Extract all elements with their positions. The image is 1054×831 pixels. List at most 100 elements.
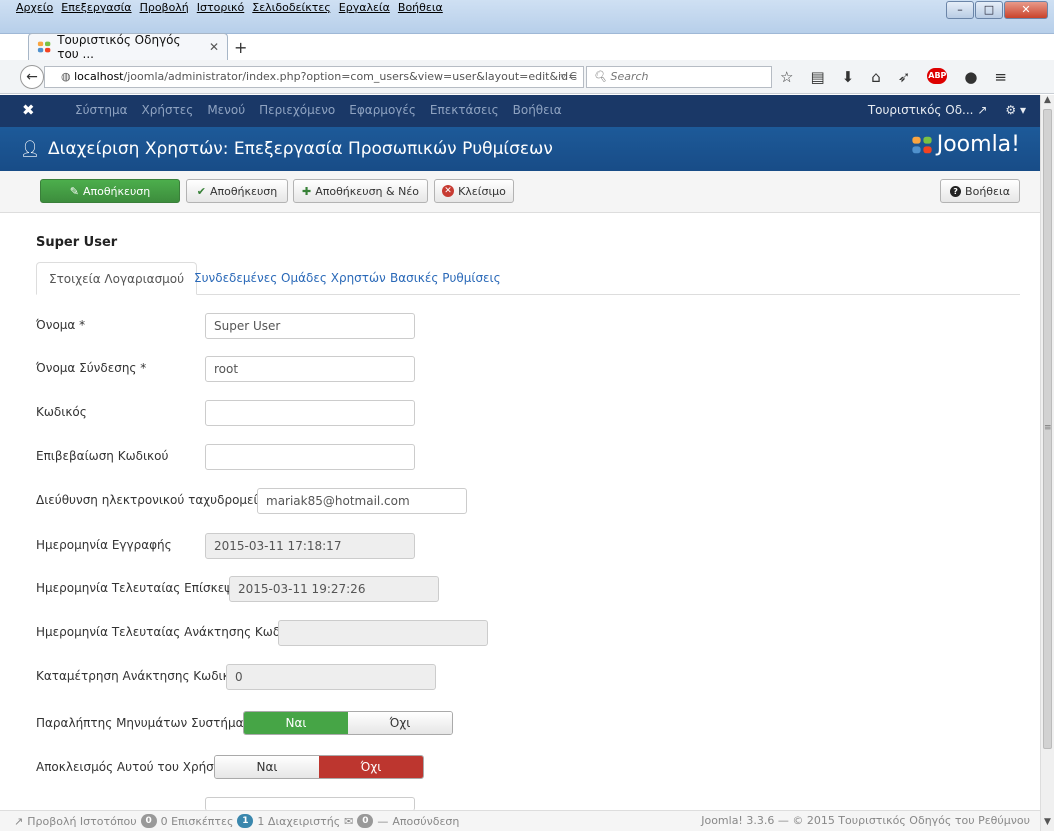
reset-count-row: Καταμέτρηση Ανάκτησης Κωδικού: [36, 664, 244, 688]
nav-item-content[interactable]: Περιεχόμενο: [259, 103, 335, 117]
last-visit-field: 2015-03-11 19:27:26: [229, 576, 439, 602]
system-email-no[interactable]: Όχι: [348, 712, 452, 734]
close-button[interactable]: ✕ Κλείσιμο: [434, 179, 514, 203]
new-tab-icon[interactable]: +: [234, 38, 247, 57]
home-icon[interactable]: ⌂: [871, 68, 881, 86]
url-path: /joomla/administrator/index.php?option=c…: [123, 70, 578, 83]
nav-item-system[interactable]: Σύστημα: [75, 103, 128, 117]
search-input[interactable]: 🔍︎ Search: [586, 66, 772, 88]
download-icon[interactable]: ⬇: [842, 68, 855, 86]
tab-close-icon[interactable]: ✕: [209, 40, 219, 54]
url-bar[interactable]: ◍ localhost/joomla/administrator/index.p…: [44, 66, 584, 88]
nav-item-help[interactable]: Βοήθεια: [513, 103, 562, 117]
tab-account-details[interactable]: Στοιχεία Λογαριασμού: [36, 262, 198, 295]
page-header: 👤︎ Διαχείριση Χρηστών: Επεξεργασία Προσω…: [0, 127, 1040, 171]
nav-item-extensions[interactable]: Επεκτάσεις: [430, 103, 499, 117]
save-close-label: Αποθήκευση: [209, 184, 278, 198]
browser-tab[interactable]: Τουριστικός Οδηγός του ... ✕: [28, 33, 228, 61]
block-user-yes[interactable]: Ναι: [215, 756, 319, 778]
minimize-button[interactable]: –: [946, 1, 974, 19]
last-reset-field: [278, 620, 488, 646]
password2-field[interactable]: [205, 444, 415, 470]
block-user-toggle[interactable]: Ναι Όχι: [214, 755, 424, 779]
register-date-field: 2015-03-11 17:18:17: [205, 533, 415, 559]
joomla-logo: Joomla!: [911, 132, 1020, 157]
logout-link[interactable]: Αποσύνδεση: [392, 815, 459, 828]
window-titlebar: Αρχείο Επεξεργασία Προβολή Ιστορικό Σελι…: [0, 0, 1054, 34]
system-email-row: Παραλήπτης Μηνυμάτων Συστήματος: [36, 711, 265, 735]
admin-nav-right: Τουριστικός Οδ... ↗ ⚙ ▾: [868, 103, 1026, 117]
bookmark-star-icon[interactable]: ☆: [780, 68, 793, 86]
menu-view[interactable]: Προβολή: [140, 1, 189, 17]
next-field-partial[interactable]: [205, 797, 415, 811]
close-window-button[interactable]: ✕: [1004, 1, 1048, 19]
external-link-icon: ↗: [977, 103, 988, 117]
name-field[interactable]: Super User: [205, 313, 415, 339]
menu-file[interactable]: Αρχείο: [16, 1, 53, 17]
reload-icon[interactable]: ▿ C: [560, 67, 577, 87]
check-icon: ✔: [196, 184, 206, 198]
page-scrollbar[interactable]: ▲ ≡ ▼: [1040, 95, 1054, 831]
password-field[interactable]: [205, 400, 415, 426]
login-row: Όνομα Σύνδεσης *: [36, 356, 146, 380]
password-row: Κωδικός: [36, 400, 87, 424]
tab-title: Τουριστικός Οδηγός του ...: [57, 33, 181, 61]
nav-item-components[interactable]: Εφαρμογές: [349, 103, 416, 117]
search-placeholder: Search: [610, 70, 649, 83]
maximize-button[interactable]: □: [975, 1, 1003, 19]
save-close-button[interactable]: ✔ Αποθήκευση: [186, 179, 288, 203]
save-button[interactable]: ✎ Αποθήκευση: [40, 179, 180, 203]
email-row: Διεύθυνση ηλεκτρονικού ταχυδρομείου *: [36, 488, 282, 512]
menu-bookmarks[interactable]: Σελιδοδείκτες: [252, 1, 331, 17]
save-new-button[interactable]: ✚ Αποθήκευση & Νέο: [293, 179, 428, 203]
email-label: Διεύθυνση ηλεκτρονικού ταχυδρομείου *: [36, 493, 282, 507]
settings-gear-icon[interactable]: ⚙ ▾: [1005, 103, 1026, 117]
logout-icon: —: [377, 814, 389, 828]
send-icon[interactable]: ➶: [898, 68, 911, 86]
menu-edit[interactable]: Επεξεργασία: [61, 1, 131, 17]
close-button-label: Κλείσιμο: [458, 184, 506, 198]
admin-nav: ✖ Σύστημα Χρήστες Μενού Περιεχόμενο Εφαρ…: [0, 95, 1040, 127]
tab-basic-settings[interactable]: Βασικές Ρυθμίσεις: [390, 262, 501, 295]
tab-assigned-groups[interactable]: Συνδεδεμένες Ομάδες Χρηστών: [194, 262, 386, 295]
nav-item-menus[interactable]: Μενού: [207, 103, 245, 117]
site-link[interactable]: Τουριστικός Οδ... ↗: [868, 103, 988, 117]
url-host: localhost: [74, 70, 124, 83]
block-user-row: Αποκλεισμός Αυτού του Χρήστη: [36, 755, 229, 779]
nav-item-users[interactable]: Χρήστες: [142, 103, 194, 117]
status-left: ↗ Προβολή Ιστοτόπου 0 0 Επισκέπτες 1 1 Δ…: [14, 814, 459, 828]
view-site-link[interactable]: Προβολή Ιστοτόπου: [27, 815, 136, 828]
hamburger-menu-icon[interactable]: ≡: [994, 68, 1007, 86]
scroll-down-icon[interactable]: ▼: [1044, 817, 1051, 827]
question-icon: ?: [950, 185, 962, 197]
name-row: Όνομα *: [36, 313, 85, 337]
system-email-yes[interactable]: Ναι: [244, 712, 348, 734]
reading-list-icon[interactable]: ▤: [810, 68, 824, 86]
scroll-up-icon[interactable]: ▲: [1044, 95, 1051, 105]
name-label: Όνομα *: [36, 318, 86, 332]
help-button-label: Βοήθεια: [965, 184, 1010, 198]
joomla-brand-text: Joomla!: [936, 132, 1020, 157]
system-email-toggle[interactable]: Ναι Όχι: [243, 711, 453, 735]
joomla-menu-icon[interactable]: ✖: [22, 101, 35, 119]
back-icon[interactable]: ←: [20, 65, 44, 89]
user-display-name: Super User: [36, 235, 118, 250]
menu-tools[interactable]: Εργαλεία: [339, 1, 390, 17]
footer-copyright: Joomla! 3.3.6 — © 2015 Τουριστικός Οδηγό…: [701, 814, 1030, 827]
admin-status-bar: ↗ Προβολή Ιστοτόπου 0 0 Επισκέπτες 1 1 Δ…: [0, 810, 1040, 831]
menu-history[interactable]: Ιστορικό: [197, 1, 245, 17]
messages-badge[interactable]: 0: [357, 814, 374, 828]
joomla-logo-icon: [912, 136, 932, 153]
browser-menubar: Αρχείο Επεξεργασία Προβολή Ιστορικό Σελι…: [16, 1, 443, 17]
block-user-no[interactable]: Όχι: [319, 756, 423, 778]
chat-icon[interactable]: ●: [964, 68, 977, 86]
login-label: Όνομα Σύνδεσης *: [36, 361, 147, 375]
email-field[interactable]: mariak85@hotmail.com: [257, 488, 467, 514]
adblock-icon[interactable]: ABP: [927, 68, 948, 84]
site-link-label: Τουριστικός Οδ...: [867, 103, 974, 117]
visitors-label: 0 Επισκέπτες: [160, 814, 234, 828]
menu-help[interactable]: Βοήθεια: [398, 1, 443, 17]
admins-badge: 1: [237, 814, 254, 828]
login-field[interactable]: root: [205, 356, 415, 382]
help-button[interactable]: ? Βοήθεια: [940, 179, 1020, 203]
